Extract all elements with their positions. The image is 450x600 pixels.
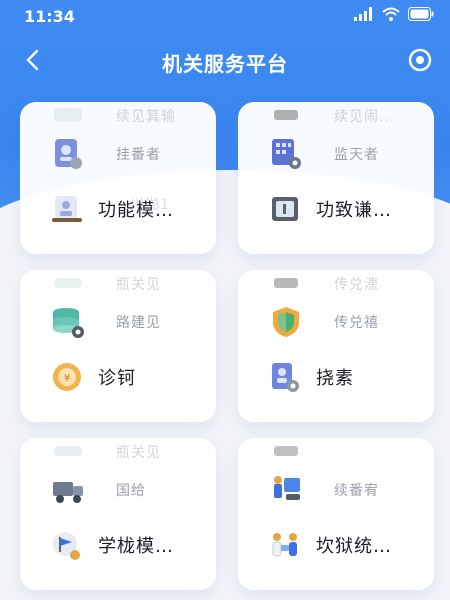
card-main-row: 挠素	[268, 360, 354, 394]
page-title: 机关服务平台	[162, 52, 288, 76]
status-bar: 11:34	[0, 0, 450, 34]
status-icons	[354, 7, 434, 21]
ghost-row: 续番宥	[268, 472, 379, 508]
ghost-label: 续见闹..	[334, 109, 390, 125]
ghost-row: 路建见	[50, 304, 161, 340]
presenter-icon	[274, 476, 300, 500]
service-card[interactable]: 瓶关见 国给 学栊模…	[20, 438, 216, 590]
card-main-row: 学栊模…	[50, 528, 174, 562]
service-card[interactable]: 续番宥 坎狱统…	[238, 438, 434, 590]
ghost-row: 传兑禧	[268, 304, 379, 340]
profile-gear-icon	[272, 363, 299, 392]
people-meeting-icon	[272, 533, 297, 557]
ghost-label: 传兑禧	[334, 315, 379, 331]
database-gear-icon	[53, 308, 84, 338]
card-label: 功致谦…	[316, 200, 392, 221]
ghost-label: 瓶关见	[116, 277, 161, 293]
service-card[interactable]: 续见闹.. 监天者 功致谦…	[238, 102, 434, 254]
flag-gear-icon	[53, 532, 80, 560]
card-label: 诊钶	[98, 368, 136, 389]
ghost-label: 监天者	[334, 147, 379, 163]
card-main-row: 坎狱统…	[268, 528, 392, 562]
ghost-row: 传兑漶	[268, 270, 379, 302]
ghost-label: 续番宥	[334, 483, 379, 499]
user-doc-icon	[52, 196, 82, 222]
ghost-label: 传兑漶	[334, 277, 379, 293]
ghost-label: 路建见	[116, 315, 161, 331]
ghost-row: 瓶关见	[50, 270, 161, 302]
building-gear-icon	[272, 139, 301, 169]
service-card[interactable]: 续见箕输 挂番者 功能模… 川啪1	[20, 102, 216, 254]
ghost-row: 续见箕输	[50, 102, 176, 134]
faded-icon	[54, 278, 82, 288]
faded-icon	[274, 278, 298, 288]
ghost-row: 国给	[50, 472, 146, 508]
faded-icon	[54, 108, 82, 122]
signal-icon	[354, 7, 372, 21]
battery-icon	[408, 7, 434, 21]
card-main-row: ¥ 诊钶	[50, 360, 136, 394]
svg-text:¥: ¥	[64, 373, 70, 384]
ghost-label: 挂番者	[116, 147, 161, 163]
ghost-row: 监天者	[268, 136, 379, 172]
ghost-row: 续见闹..	[268, 102, 390, 134]
ghost-label: 瓶关见	[116, 445, 161, 461]
service-card[interactable]: 传兑漶 传兑禧 挠素	[238, 270, 434, 422]
service-card[interactable]: 瓶关见 路建见 ¥ 诊钶	[20, 270, 216, 422]
status-time: 11:34	[24, 7, 75, 26]
ghost-row: 川啪1	[130, 194, 170, 214]
navigation-bar: 机关服务平台	[0, 38, 450, 82]
wifi-icon	[382, 7, 400, 21]
ghost-row	[268, 438, 334, 470]
lion-badge-icon: ¥	[53, 363, 81, 391]
target-button[interactable]	[404, 44, 436, 76]
truck-icon	[53, 482, 83, 503]
ghost-label: 国给	[116, 483, 146, 499]
ghost-label: 续见箕输	[116, 109, 176, 125]
faded-icon	[274, 110, 298, 120]
target-icon	[408, 48, 432, 72]
shield-icon	[273, 307, 299, 337]
card-main-row: 功致谦…	[268, 192, 392, 226]
safe-box-icon	[272, 197, 298, 221]
ghost-row: 挂番者	[50, 136, 161, 172]
card-label: 挠素	[316, 368, 354, 389]
card-label: 坎狱统…	[316, 536, 392, 557]
faded-icon	[274, 446, 298, 456]
ghost-label: 川啪1	[130, 197, 170, 213]
id-card-icon	[55, 139, 82, 169]
faded-icon	[54, 446, 82, 456]
card-label: 学栊模…	[98, 536, 174, 557]
ghost-row: 瓶关见	[50, 438, 161, 470]
